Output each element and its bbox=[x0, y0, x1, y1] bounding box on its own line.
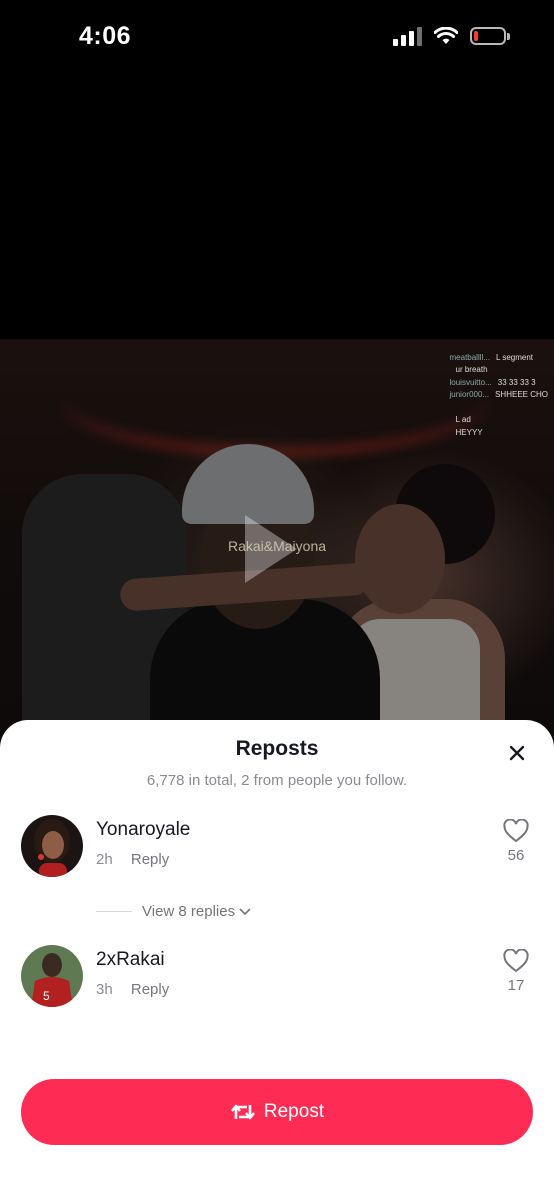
battery-icon bbox=[470, 27, 510, 45]
stream-chat-overlay: meatballll... L segment ur breath louisvu… bbox=[449, 352, 549, 437]
cellular-signal-icon bbox=[393, 26, 422, 46]
timestamp: 3h bbox=[96, 981, 113, 998]
wifi-icon bbox=[434, 27, 458, 44]
status-icons bbox=[393, 26, 510, 46]
view-replies-label: View 8 replies bbox=[142, 903, 236, 920]
status-time: 4:06 bbox=[79, 22, 132, 50]
list-item: 5 2xRakai 3h Reply 17 bbox=[0, 945, 554, 1015]
chevron-down-icon bbox=[239, 907, 251, 915]
status-bar: 4:06 bbox=[0, 0, 554, 76]
repost-button[interactable]: Repost bbox=[21, 1079, 533, 1145]
view-replies-button[interactable]: View 8 replies bbox=[96, 903, 252, 920]
svg-text:5: 5 bbox=[43, 989, 50, 1003]
heart-icon[interactable] bbox=[503, 949, 529, 973]
like-button[interactable]: 56 bbox=[502, 819, 530, 864]
timestamp: 2h bbox=[96, 851, 113, 868]
like-count: 56 bbox=[507, 847, 525, 864]
close-icon[interactable] bbox=[506, 742, 528, 764]
avatar[interactable] bbox=[21, 815, 83, 877]
username[interactable]: 2xRakai bbox=[96, 949, 165, 971]
reply-button[interactable]: Reply bbox=[131, 851, 169, 868]
reply-button[interactable]: Reply bbox=[131, 981, 169, 998]
sheet-title: Reposts bbox=[235, 737, 319, 760]
comment-meta: 3h Reply bbox=[96, 981, 169, 998]
sheet-subtitle: 6,778 in total, 2 from people you follow… bbox=[146, 772, 408, 789]
heart-icon[interactable] bbox=[503, 819, 529, 843]
video-watermark: Rakai&Maiyona bbox=[227, 538, 327, 554]
username[interactable]: Yonaroyale bbox=[96, 819, 190, 841]
like-button[interactable]: 17 bbox=[502, 949, 530, 994]
list-item: Yonaroyale 2h Reply 56 bbox=[0, 815, 554, 885]
reposts-sheet: Reposts 6,778 in total, 2 from people yo… bbox=[0, 720, 554, 1200]
video-player[interactable]: meatballll... L segment ur breath louisvu… bbox=[0, 339, 554, 739]
comment-meta: 2h Reply bbox=[96, 851, 169, 868]
repost-icon bbox=[230, 1104, 255, 1120]
repost-label: Repost bbox=[263, 1101, 325, 1122]
like-count: 17 bbox=[507, 977, 525, 994]
avatar[interactable]: 5 bbox=[21, 945, 83, 1007]
